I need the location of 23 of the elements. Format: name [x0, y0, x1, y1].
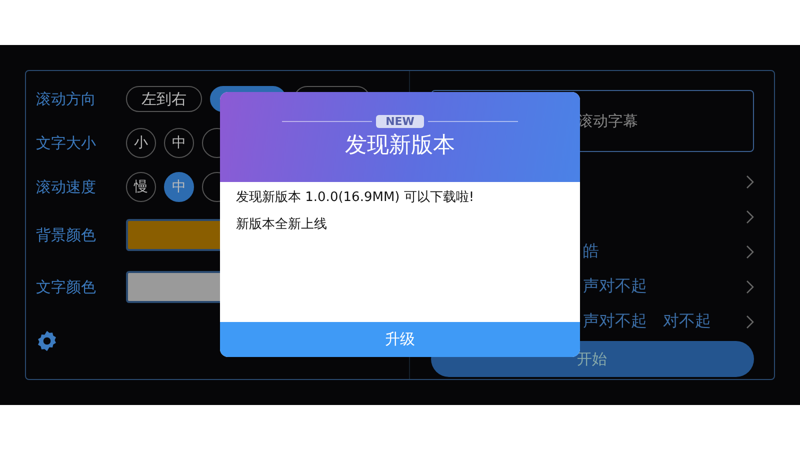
upgrade-button[interactable]: 升级	[220, 322, 580, 357]
chevron-icon[interactable]	[746, 280, 754, 294]
option-pill[interactable]: 左到右	[126, 86, 202, 112]
option-button[interactable]: 小	[126, 128, 156, 158]
option-button[interactable]: 中	[164, 128, 194, 158]
dialog-text: 新版本全新上线	[236, 216, 328, 233]
new-badge: NEW	[376, 114, 424, 128]
setting-label: 滚动方向	[36, 90, 97, 108]
setting-label: 文字大小	[36, 134, 97, 152]
option-button[interactable]: 中	[164, 172, 194, 202]
chevron-icon[interactable]	[746, 244, 754, 258]
chevron-icon[interactable]	[746, 314, 754, 328]
setting-label: 文字颜色	[36, 278, 97, 296]
settings-icon[interactable]	[36, 330, 58, 352]
preset-text[interactable]: 声对不起 对不起	[583, 311, 711, 332]
setting-label: 滚动速度	[36, 178, 97, 196]
setting-label: 背景颜色	[36, 226, 97, 244]
option-button[interactable]: 慢	[126, 172, 156, 202]
preset-text[interactable]: 声对不起	[583, 276, 647, 297]
chevron-icon[interactable]	[746, 210, 754, 224]
chevron-icon[interactable]	[746, 174, 754, 188]
preset-text[interactable]: 皓	[583, 241, 599, 262]
dialog-text: 发现新版本 1.0.0(16.9MM) 可以下载啦!	[236, 189, 476, 206]
